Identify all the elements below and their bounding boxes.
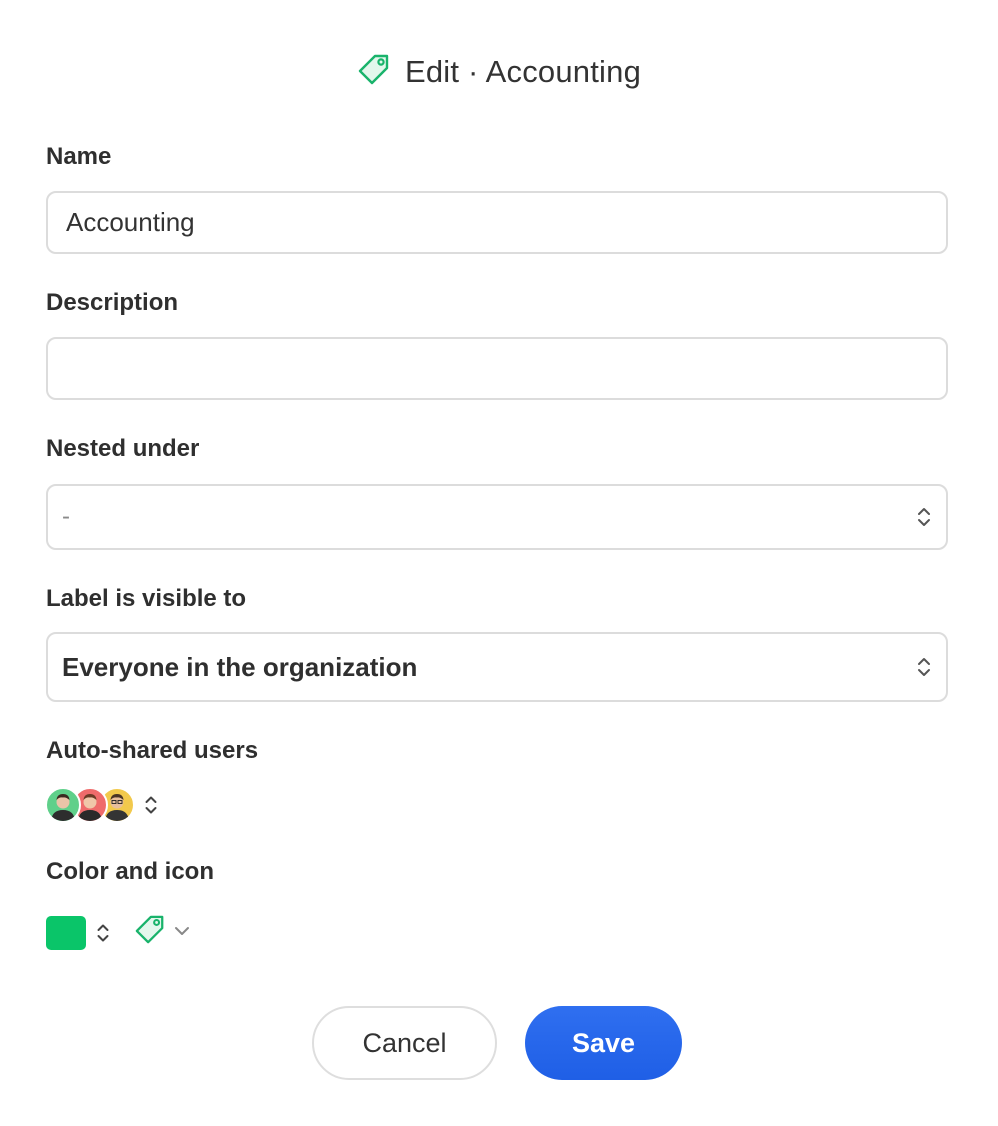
name-input[interactable] [46,191,948,254]
description-label: Description [46,289,179,316]
color-and-icon-label: Color and icon [46,858,214,885]
nested-under-select[interactable]: - [46,484,948,550]
auto-shared-users-label: Auto-shared users [46,737,259,764]
chevron-down-icon [174,924,190,942]
color-swatch [46,915,86,950]
chevron-up-down-icon [916,656,932,678]
save-button[interactable]: Save [525,1006,682,1080]
nested-under-label: Nested under [46,435,200,462]
dialog-title: Edit · Accounting [404,54,642,89]
tag-icon [357,53,391,92]
avatar [45,787,81,823]
visibility-value: Everyone in the organization [62,651,418,682]
name-label: Name [46,143,112,170]
edit-label-dialog: Edit · Accounting Name Description Neste… [0,0,998,1126]
dialog-header: Edit · Accounting [0,48,998,96]
color-icon-row [46,914,190,951]
tag-icon [134,914,166,951]
chevron-up-down-icon [916,506,932,528]
visibility-select[interactable]: Everyone in the organization [46,632,948,702]
color-picker[interactable] [46,915,110,950]
icon-picker[interactable] [134,914,190,951]
chevron-up-down-icon [96,923,110,943]
chevron-up-down-icon[interactable] [144,795,158,815]
nested-under-value: - [62,503,70,530]
description-input[interactable] [46,337,948,400]
cancel-button[interactable]: Cancel [312,1006,497,1080]
auto-shared-users-picker[interactable] [45,787,158,823]
visibility-label: Label is visible to [46,585,247,612]
